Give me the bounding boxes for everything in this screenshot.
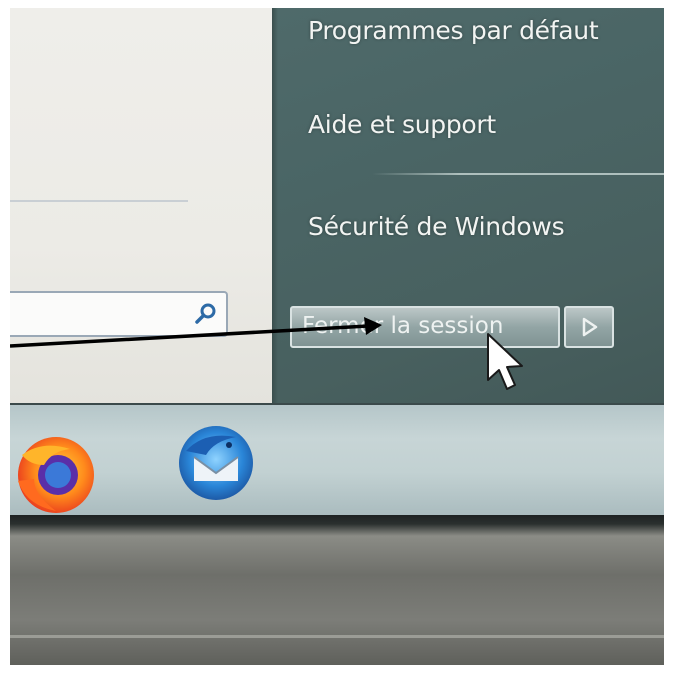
annotation-arrow xyxy=(10,324,369,348)
mouse-cursor-icon xyxy=(487,333,523,390)
photo-frame: Programmes par défaut Aide et support Sé… xyxy=(10,8,664,665)
annotation-overlay xyxy=(10,317,523,390)
annotation-arrowhead xyxy=(364,317,382,335)
